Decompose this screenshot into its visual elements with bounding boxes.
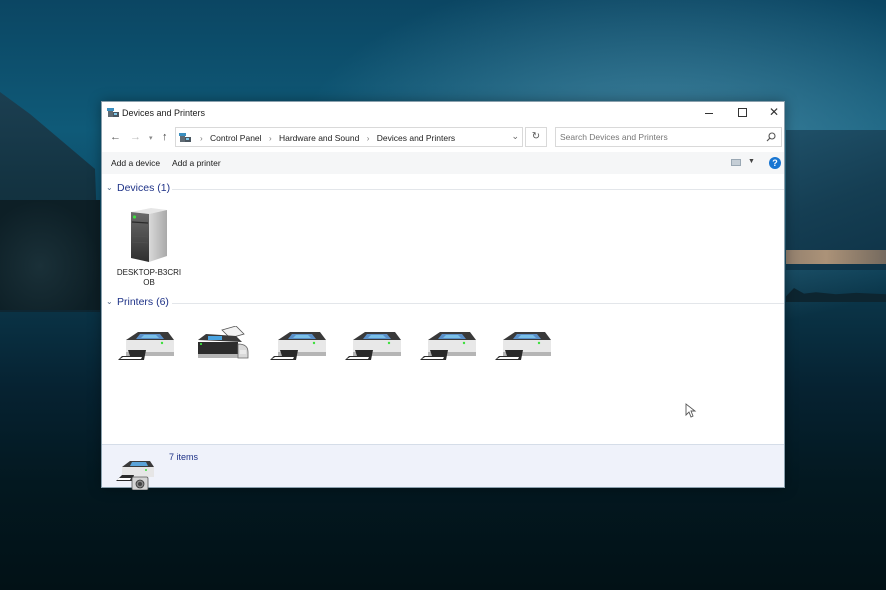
details-pane: 7 items (102, 444, 784, 490)
window-title: Devices and Printers (122, 108, 206, 118)
group-label-devices: Devices (1) (117, 182, 171, 194)
title-bar[interactable]: Devices and Printers ✕ (102, 102, 784, 124)
breadcrumb-separator[interactable]: › (200, 134, 203, 143)
desktop-wallpaper-sunset (786, 250, 886, 264)
group-header-printers[interactable]: ⌄ Printers (6) (106, 296, 784, 310)
desktop-wallpaper-clouds (786, 130, 886, 270)
device-item-desktop[interactable]: DESKTOP-B3CRI OB (114, 204, 184, 288)
group-header-devices[interactable]: ⌄ Devices (1) (106, 182, 784, 196)
recent-locations-button[interactable]: ▾ (149, 134, 153, 142)
refresh-icon: ↻ (531, 131, 541, 142)
printer-icon[interactable] (116, 326, 180, 366)
device-label-line2: OB (143, 278, 155, 287)
search-input[interactable] (560, 130, 760, 144)
minimize-button[interactable] (694, 102, 726, 124)
mouse-cursor-icon (685, 403, 697, 418)
group-label-printers: Printers (6) (117, 296, 169, 308)
printer-icon[interactable] (343, 326, 407, 366)
address-bar[interactable]: › Control Panel › Hardware and Sound › D… (175, 127, 523, 147)
chevron-down-icon[interactable]: ⌄ (106, 297, 113, 306)
breadcrumb-control-panel[interactable]: Control Panel (210, 133, 262, 143)
close-button[interactable]: ✕ (758, 102, 790, 124)
devices-and-printers-window: Devices and Printers ✕ ← → ▾ ↑ › Control… (101, 101, 785, 490)
chevron-down-icon[interactable]: ⌄ (106, 183, 113, 192)
search-icon[interactable] (766, 132, 776, 142)
desktop-wallpaper-rock (0, 200, 100, 310)
control-panel-icon (179, 133, 191, 142)
up-button[interactable]: ↑ (162, 131, 168, 143)
breadcrumb-separator[interactable]: › (367, 134, 370, 143)
printer-icon[interactable] (418, 326, 482, 366)
printer-icon[interactable] (268, 326, 332, 366)
fax-icon[interactable] (192, 326, 256, 366)
address-history-dropdown[interactable]: ⌄ (511, 131, 519, 142)
search-box[interactable] (555, 127, 782, 147)
navigation-bar: ← → ▾ ↑ › Control Panel › Hardware and S… (102, 126, 784, 150)
computer-tower-icon (131, 208, 167, 262)
help-icon[interactable]: ? (769, 157, 781, 169)
group-divider (172, 303, 784, 304)
group-divider (172, 189, 784, 190)
devices-content-area: ⌄ Devices (1) DESKTOP-B3CRI OB ⌄ Printer… (102, 174, 784, 444)
maximize-icon (738, 108, 747, 117)
breadcrumb-devices-and-printers[interactable]: Devices and Printers (377, 133, 455, 143)
back-button[interactable]: ← (110, 131, 121, 143)
view-options-dropdown[interactable]: ▼ (748, 158, 755, 165)
forward-button[interactable]: → (130, 131, 141, 143)
maximize-button[interactable] (726, 102, 758, 124)
desktop-wallpaper-island (786, 288, 886, 302)
minimize-icon (705, 113, 713, 114)
devices-printers-app-icon (107, 108, 119, 117)
device-label-line1: DESKTOP-B3CRI (116, 268, 182, 277)
add-device-button[interactable]: Add a device (111, 158, 160, 168)
printer-camera-icon (116, 461, 154, 490)
item-count: 7 items (169, 452, 199, 462)
breadcrumb-separator[interactable]: › (269, 134, 272, 143)
change-view-icon[interactable] (731, 159, 741, 166)
close-icon: ✕ (768, 105, 780, 119)
add-printer-button[interactable]: Add a printer (172, 158, 221, 168)
breadcrumb-hardware-and-sound[interactable]: Hardware and Sound (279, 133, 359, 143)
refresh-button[interactable]: ↻ (525, 127, 547, 147)
breadcrumb: › Control Panel › Hardware and Sound › D… (195, 133, 455, 143)
device-label: DESKTOP-B3CRI OB (114, 268, 184, 288)
printer-icon[interactable] (493, 326, 557, 366)
command-bar: Add a device Add a printer ▼ ? (102, 152, 784, 174)
